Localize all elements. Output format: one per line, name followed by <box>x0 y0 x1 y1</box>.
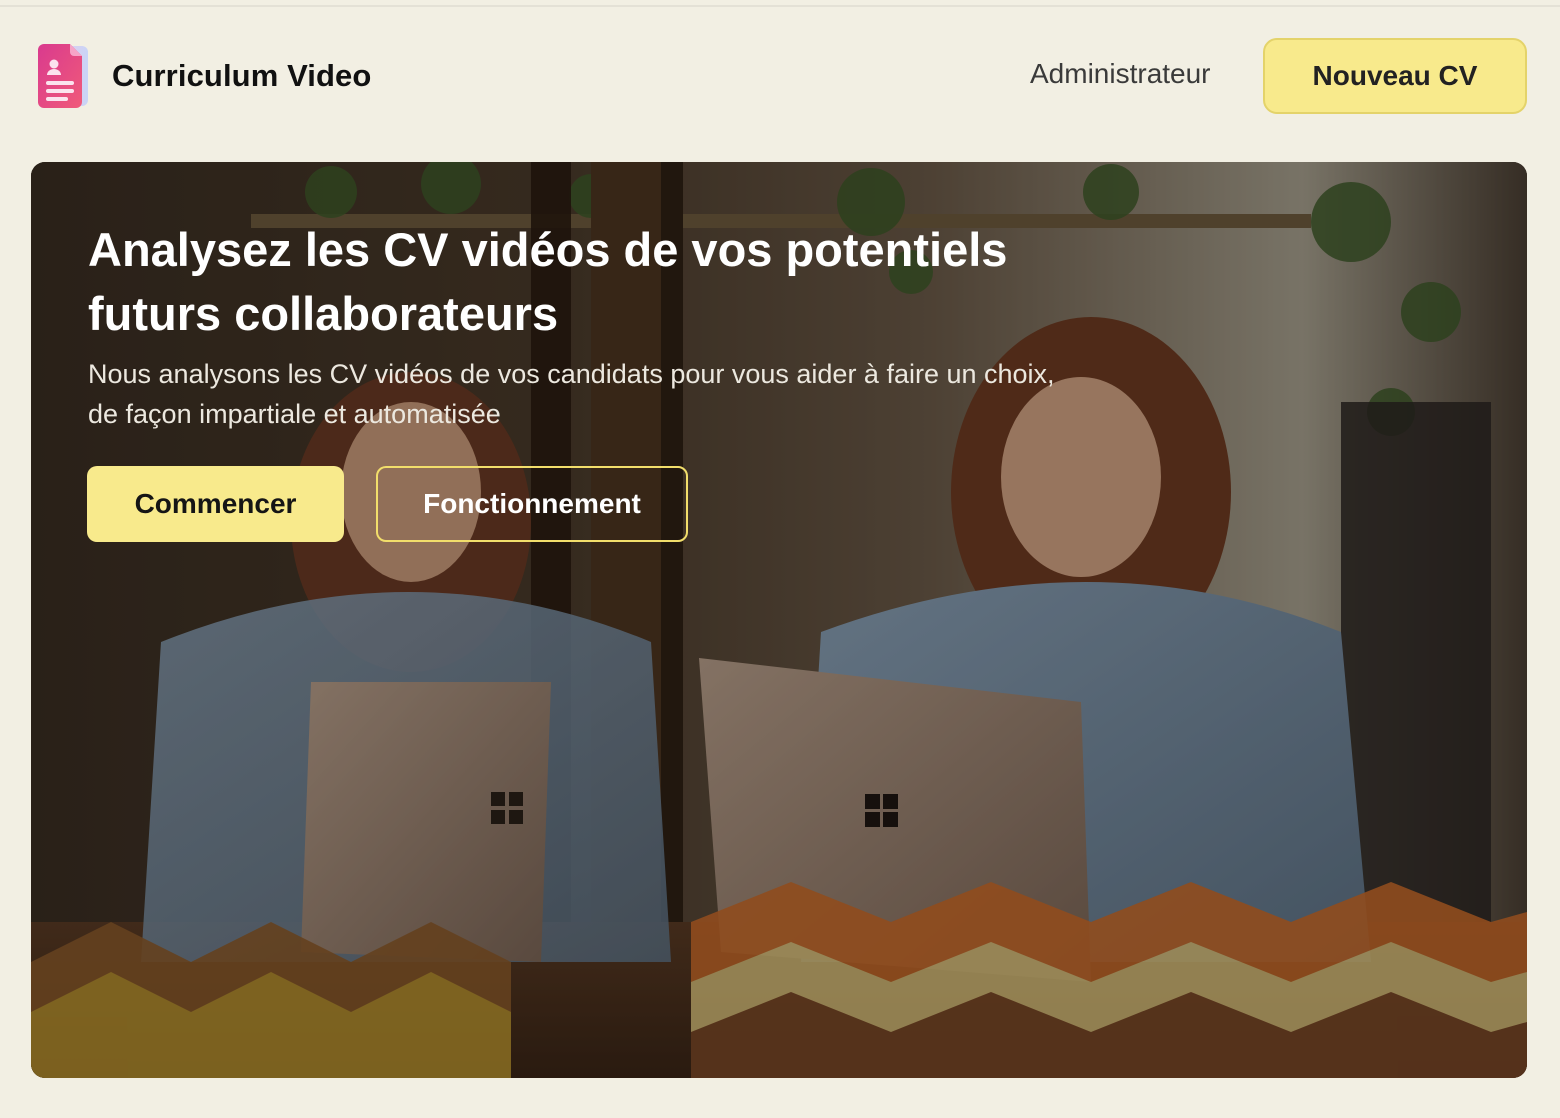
hero-banner: Analysez les CV vidéos de vos potentiels… <box>31 162 1527 1078</box>
nav-link-administrateur[interactable]: Administrateur <box>1030 58 1211 90</box>
site-header: Curriculum Video Administrateur Nouveau … <box>0 0 1560 150</box>
document-person-icon <box>38 44 88 108</box>
hero-title: Analysez les CV vidéos de vos potentiels… <box>88 223 1008 340</box>
how-it-works-button[interactable]: Fonctionnement <box>376 466 688 542</box>
new-cv-button[interactable]: Nouveau CV <box>1263 38 1527 114</box>
start-button[interactable]: Commencer <box>87 466 344 542</box>
hero-subtitle: Nous analysons les CV vidéos de vos cand… <box>88 359 1055 429</box>
brand[interactable]: Curriculum Video <box>36 42 371 110</box>
brand-name: Curriculum Video <box>112 58 372 93</box>
